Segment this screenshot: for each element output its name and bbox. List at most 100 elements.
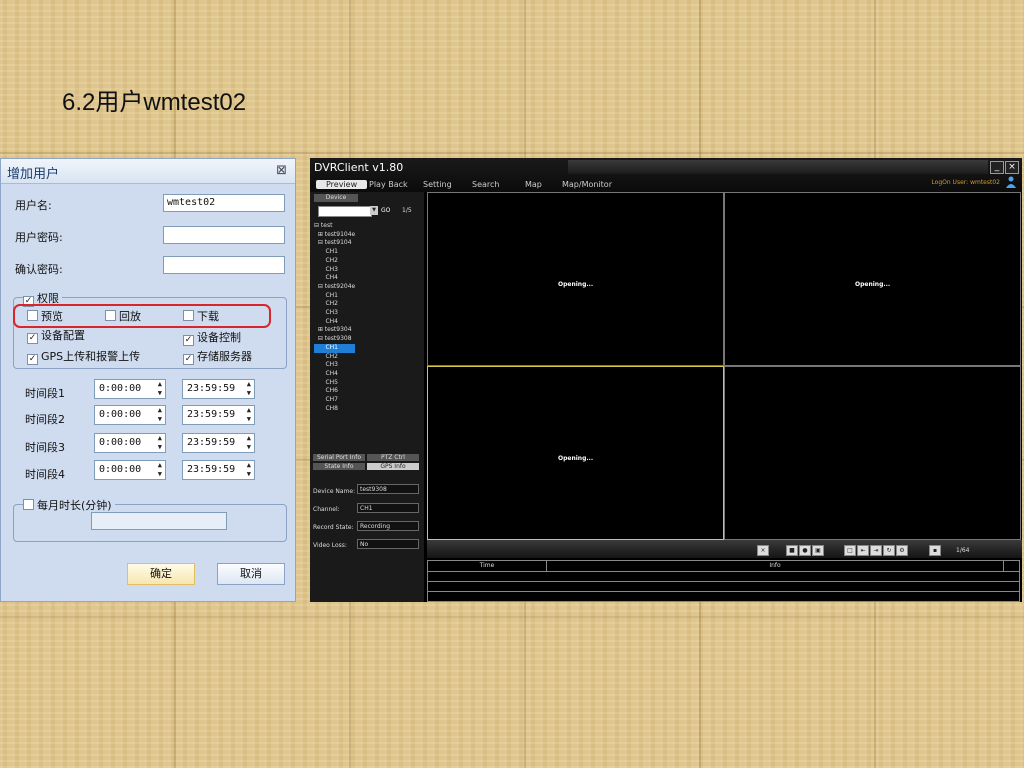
menu-map-monitor[interactable]: Map/Monitor: [562, 180, 612, 189]
tree-node[interactable]: ⊟ test9308: [314, 335, 355, 344]
dialog-title: 增加用户: [7, 167, 60, 182]
menu-map[interactable]: Map: [525, 180, 542, 189]
period-end-value: 23:59:59: [187, 464, 236, 475]
tree-node[interactable]: CH4: [314, 274, 355, 283]
menu-preview[interactable]: Preview: [316, 180, 368, 189]
tree-node[interactable]: CH4: [314, 370, 355, 379]
go-button[interactable]: GO: [381, 207, 390, 214]
fullscreen-icon[interactable]: ▪: [929, 545, 941, 556]
period-label: 时间段2: [25, 413, 65, 426]
device-control-checkbox[interactable]: ✓ 设备控制: [183, 329, 241, 346]
tree-node[interactable]: ⊟ test9104: [314, 239, 355, 248]
refresh-icon[interactable]: ↻: [883, 545, 895, 556]
tree-node[interactable]: CH2: [314, 300, 355, 309]
download-checkbox-box[interactable]: [183, 310, 194, 321]
tab-gps-info[interactable]: GPS Info: [367, 463, 419, 470]
period-label: 时间段4: [25, 468, 65, 481]
monthly-checkbox-box[interactable]: [23, 499, 34, 510]
menu-playback[interactable]: Play Back: [369, 180, 408, 189]
tree-node[interactable]: CH5: [314, 379, 355, 388]
tab-state-info[interactable]: State Info: [313, 463, 365, 470]
record-icon[interactable]: ●: [799, 545, 811, 556]
period-end-value: 23:59:59: [187, 437, 236, 448]
period-start-spinner[interactable]: 0:00:00 ▲ ▼: [94, 460, 166, 480]
tree-node[interactable]: ⊟ test9204e: [314, 283, 355, 292]
tree-node[interactable]: CH4: [314, 318, 355, 327]
close-icon[interactable]: ⊠: [276, 163, 287, 178]
period-end-spinner[interactable]: 23:59:59 ▲ ▼: [182, 460, 255, 480]
confirm-password-input[interactable]: [163, 256, 285, 274]
video-window-active[interactable]: Opening...: [427, 366, 724, 540]
logon-info: LogOn User: wmtest02: [931, 179, 1000, 186]
close-icon[interactable]: ×: [1005, 161, 1019, 174]
period-end-spinner[interactable]: 23:59:59 ▲ ▼: [182, 405, 255, 425]
device-config-checkbox[interactable]: ✓ 设备配置: [27, 327, 85, 344]
stop-icon[interactable]: ■: [786, 545, 798, 556]
tree-node[interactable]: CH2: [314, 353, 355, 362]
tab-device[interactable]: Device: [314, 194, 358, 202]
settings-icon[interactable]: ⚙: [896, 545, 908, 556]
prev-page-icon[interactable]: ⇤: [857, 545, 869, 556]
tree-node[interactable]: ⊟ test: [314, 222, 355, 231]
tree-node[interactable]: CH2: [314, 257, 355, 266]
spin-arrows-icon[interactable]: ▲ ▼: [247, 461, 251, 479]
device-control-checkbox-box[interactable]: ✓: [183, 335, 194, 346]
username-input[interactable]: wmtest02: [163, 194, 285, 212]
minimize-icon[interactable]: _: [990, 161, 1004, 174]
spin-arrows-icon[interactable]: ▲ ▼: [158, 461, 162, 479]
menu-setting[interactable]: Setting: [423, 180, 452, 189]
video-window[interactable]: Opening...: [427, 192, 724, 366]
video-window[interactable]: Opening...: [724, 192, 1021, 366]
tree-node[interactable]: CH1: [314, 292, 355, 301]
device-config-checkbox-box[interactable]: ✓: [27, 333, 38, 344]
period-start-spinner[interactable]: 0:00:00 ▲ ▼: [94, 379, 166, 399]
download-checkbox[interactable]: 下载: [183, 308, 219, 324]
period-end-spinner[interactable]: 23:59:59 ▲ ▼: [182, 379, 255, 399]
tab-serial-port-info[interactable]: Serial Port Info: [313, 454, 365, 461]
storage-server-checkbox-box[interactable]: ✓: [183, 354, 194, 365]
device-search-input[interactable]: [318, 206, 372, 217]
spin-arrows-icon[interactable]: ▲ ▼: [247, 434, 251, 452]
tree-node[interactable]: CH6: [314, 387, 355, 396]
tree-node[interactable]: CH3: [314, 309, 355, 318]
add-user-dialog: 增加用户 ⊠ 用户名: wmtest02 用户密码: 确认密码: ✓ 权限 预览 …: [0, 158, 296, 602]
spin-arrows-icon[interactable]: ▲ ▼: [158, 406, 162, 424]
tab-ptz-ctrl[interactable]: PTZ Ctrl: [367, 454, 419, 461]
spin-arrows-icon[interactable]: ▲ ▼: [158, 434, 162, 452]
spin-arrows-icon[interactable]: ▲ ▼: [247, 380, 251, 398]
tree-node[interactable]: ⊞ test9304: [314, 326, 355, 335]
period-start-spinner[interactable]: 0:00:00 ▲ ▼: [94, 433, 166, 453]
preview-checkbox[interactable]: 预览: [27, 308, 63, 324]
tree-node[interactable]: ⊞ test9104e: [314, 231, 355, 240]
period-end-spinner[interactable]: 23:59:59 ▲ ▼: [182, 433, 255, 453]
monthly-checkbox[interactable]: 每月时长(分钟): [23, 497, 115, 513]
monthly-input[interactable]: [91, 512, 227, 530]
tree-node[interactable]: CH1: [314, 343, 356, 353]
tree-node[interactable]: CH1: [314, 248, 355, 257]
tree-node[interactable]: CH7: [314, 396, 355, 405]
cancel-button[interactable]: 取消: [217, 563, 285, 585]
next-page-icon[interactable]: ⇥: [870, 545, 882, 556]
device-tree[interactable]: ⊟ test ⊞ test9104e ⊟ test9104 CH1 CH2 CH…: [314, 222, 356, 414]
snapshot-icon[interactable]: ▣: [812, 545, 824, 556]
gps-upload-checkbox-box[interactable]: ✓: [27, 354, 38, 365]
storage-server-checkbox[interactable]: ✓ 存储服务器: [183, 348, 252, 365]
preview-checkbox-box[interactable]: [27, 310, 38, 321]
ok-button[interactable]: 确定: [127, 563, 195, 585]
playback-checkbox-box[interactable]: [105, 310, 116, 321]
tree-node[interactable]: CH8: [314, 405, 355, 414]
playback-checkbox[interactable]: 回放: [105, 308, 141, 324]
password-input[interactable]: [163, 226, 285, 244]
period-start-spinner[interactable]: 0:00:00 ▲ ▼: [94, 405, 166, 425]
close-all-icon[interactable]: ×: [757, 545, 769, 556]
gps-upload-checkbox[interactable]: ✓ GPS上传和报警上传: [27, 348, 140, 365]
tree-node[interactable]: CH3: [314, 361, 355, 370]
video-window[interactable]: [724, 366, 1021, 540]
layout-1-icon[interactable]: □: [844, 545, 856, 556]
spin-arrows-icon[interactable]: ▲ ▼: [247, 406, 251, 424]
spin-arrows-icon[interactable]: ▲ ▼: [158, 380, 162, 398]
tree-node[interactable]: CH3: [314, 266, 355, 275]
dvr-header: DVRClient v1.80 _ × Preview Play Back Se…: [310, 158, 1022, 192]
dropdown-arrow-icon[interactable]: ▼: [370, 206, 378, 215]
menu-search[interactable]: Search: [472, 180, 499, 189]
